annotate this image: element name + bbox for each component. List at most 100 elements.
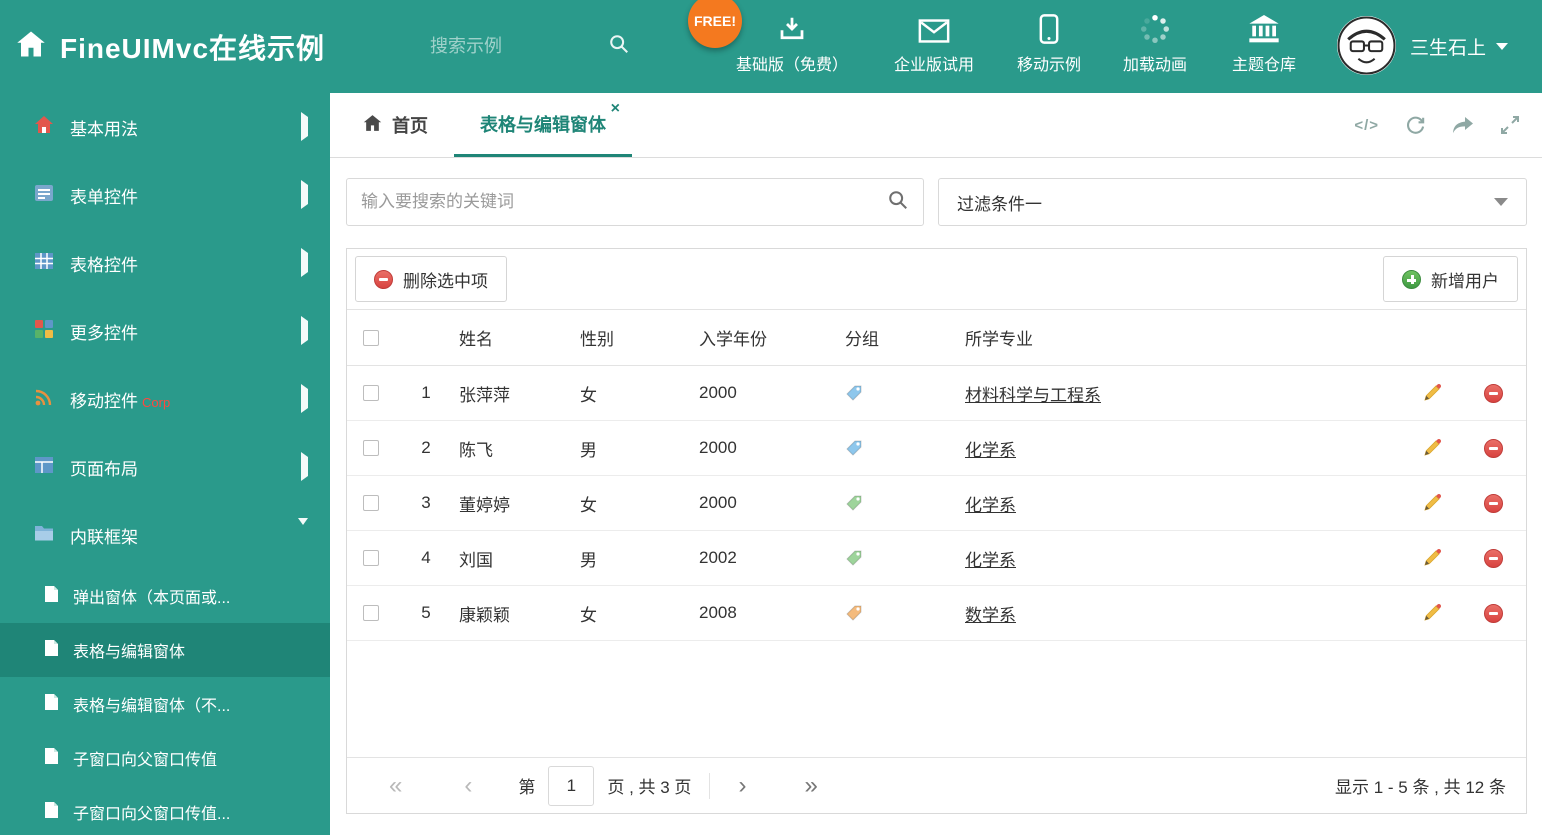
cell-name: 陈飞 — [459, 440, 493, 460]
delete-selected-button[interactable]: 删除选中项 — [355, 256, 507, 302]
delete-button[interactable] — [1460, 383, 1526, 403]
sidebar-subitem-grid-edit-window-alt[interactable]: 表格与编辑窗体（不... — [0, 677, 330, 731]
minus-circle-icon — [1483, 493, 1503, 513]
select-all-checkbox[interactable] — [363, 329, 379, 346]
row-index: 3 — [421, 493, 431, 512]
app-logo: FineUIMvc在线示例 — [16, 0, 325, 93]
delete-button[interactable] — [1460, 548, 1526, 568]
filter-row: 过滤条件一 — [346, 178, 1527, 226]
nav-basic-edition[interactable]: 基础版（免费） — [728, 10, 856, 90]
grid-header-row: 姓名 性别 入学年份 分组 所学专业 — [347, 310, 1526, 366]
edit-button[interactable] — [1404, 383, 1460, 403]
code-icon[interactable]: </> — [1354, 117, 1379, 134]
cell-gender: 男 — [580, 440, 597, 460]
sidebar-subitem-grid-edit-window[interactable]: 表格与编辑窗体 — [0, 623, 330, 677]
corp-badge: Corp — [142, 394, 171, 410]
tag-icon — [837, 494, 957, 512]
major-link[interactable]: 化学系 — [965, 491, 1016, 516]
nav-theme-store[interactable]: 主题仓库 — [1214, 10, 1314, 90]
sidebar-subitem-child-to-parent[interactable]: 子窗口向父窗口传值 — [0, 731, 330, 785]
avatar[interactable] — [1337, 16, 1396, 75]
refresh-icon[interactable] — [1405, 115, 1426, 136]
next-page-button[interactable]: › — [738, 773, 746, 798]
sidebar-item-basic-usage[interactable]: 基本用法 — [0, 93, 330, 161]
last-page-button[interactable]: » — [804, 773, 817, 798]
minus-circle-icon — [1483, 603, 1503, 623]
row-checkbox[interactable] — [363, 550, 379, 566]
keyword-search-input[interactable] — [361, 192, 887, 212]
add-user-button[interactable]: 新增用户 — [1383, 256, 1518, 302]
col-header-year[interactable]: 入学年份 — [697, 325, 837, 350]
edit-button[interactable] — [1404, 438, 1460, 458]
tab-tools: </> — [1354, 93, 1542, 157]
edit-button[interactable] — [1404, 493, 1460, 513]
row-checkbox[interactable] — [363, 385, 379, 401]
chevron-right-icon — [301, 384, 308, 413]
header-search-input[interactable] — [430, 36, 580, 57]
minus-circle-icon — [1483, 383, 1503, 403]
cell-year: 2000 — [699, 438, 737, 457]
sidebar-item-page-layout[interactable]: 页面布局 — [0, 433, 330, 501]
minus-circle-icon — [1483, 548, 1503, 568]
edit-button[interactable] — [1404, 548, 1460, 568]
col-header-gender[interactable]: 性别 — [572, 325, 697, 350]
nav-loading-animation[interactable]: 加载动画 — [1105, 10, 1205, 90]
sidebar-item-mobile-controls[interactable]: 移动控件 Corp — [0, 365, 330, 433]
search-icon[interactable] — [887, 189, 909, 216]
envelope-icon — [918, 10, 950, 44]
minus-circle-icon — [1483, 438, 1503, 458]
tag-icon — [837, 439, 957, 457]
page-icon — [44, 801, 59, 824]
expand-icon[interactable] — [1500, 115, 1520, 135]
table-row[interactable]: 1 张萍萍 女 2000 材料科学与工程系 — [347, 366, 1526, 421]
nav-enterprise-trial[interactable]: 企业版试用 — [878, 10, 990, 90]
sidebar-item-more-controls[interactable]: 更多控件 — [0, 297, 330, 365]
table-row[interactable]: 4 刘国 男 2002 化学系 — [347, 531, 1526, 586]
sidebar-item-form-controls[interactable]: 表单控件 — [0, 161, 330, 229]
chevron-down-icon — [1496, 43, 1509, 50]
col-header-group[interactable]: 分组 — [837, 325, 957, 350]
tag-icon — [837, 384, 957, 402]
col-header-name[interactable]: 姓名 — [457, 325, 572, 350]
sidebar-item-grid-controls[interactable]: 表格控件 — [0, 229, 330, 297]
row-checkbox[interactable] — [363, 605, 379, 621]
major-link[interactable]: 材料科学与工程系 — [965, 381, 1101, 406]
table-row[interactable]: 5 康颖颖 女 2008 数学系 — [347, 586, 1526, 641]
sidebar-subitem-child-to-parent-alt[interactable]: 子窗口向父窗口传值... — [0, 785, 330, 835]
row-checkbox[interactable] — [363, 495, 379, 511]
delete-button[interactable] — [1460, 438, 1526, 458]
filter-dropdown[interactable]: 过滤条件一 — [938, 178, 1527, 226]
major-link[interactable]: 数学系 — [965, 601, 1016, 626]
records-summary: 显示 1 - 5 条 , 共 12 条 — [1335, 778, 1506, 797]
bank-icon — [1248, 10, 1280, 44]
chevron-right-icon — [301, 180, 308, 209]
table-row[interactable]: 3 董婷婷 女 2000 化学系 — [347, 476, 1526, 531]
edit-button[interactable] — [1404, 603, 1460, 623]
close-icon[interactable]: × — [611, 101, 620, 117]
cell-name: 刘国 — [459, 550, 493, 570]
page-content: 过滤条件一 删除选中项 新增用户 姓名 性 — [330, 158, 1542, 814]
delete-button[interactable] — [1460, 493, 1526, 513]
sidebar-item-inline-frame[interactable]: 内联框架 — [0, 501, 330, 569]
sidebar-subitem-popup-window[interactable]: 弹出窗体（本页面或... — [0, 569, 330, 623]
major-link[interactable]: 化学系 — [965, 546, 1016, 571]
user-menu[interactable]: 三生石上 — [1410, 0, 1509, 93]
tab-grid-edit-window[interactable]: 表格与编辑窗体 × — [454, 93, 632, 157]
grid-toolbar: 删除选中项 新增用户 — [347, 249, 1526, 309]
delete-button[interactable] — [1460, 603, 1526, 623]
chevron-right-icon — [301, 316, 308, 345]
col-header-major[interactable]: 所学专业 — [957, 325, 1404, 350]
cell-gender: 女 — [580, 385, 597, 405]
search-icon[interactable] — [608, 33, 630, 60]
page-input[interactable] — [548, 765, 595, 806]
prev-page-button[interactable]: ‹ — [464, 773, 472, 798]
download-icon — [777, 10, 807, 44]
first-page-button[interactable]: « — [389, 773, 402, 798]
forward-icon[interactable] — [1452, 116, 1474, 134]
major-link[interactable]: 化学系 — [965, 436, 1016, 461]
row-checkbox[interactable] — [363, 440, 379, 456]
table-row[interactable]: 2 陈飞 男 2000 化学系 — [347, 421, 1526, 476]
app-title: FineUIMvc在线示例 — [60, 32, 326, 64]
tab-home[interactable]: 首页 — [330, 93, 450, 157]
nav-mobile-demo[interactable]: 移动示例 — [999, 10, 1099, 90]
